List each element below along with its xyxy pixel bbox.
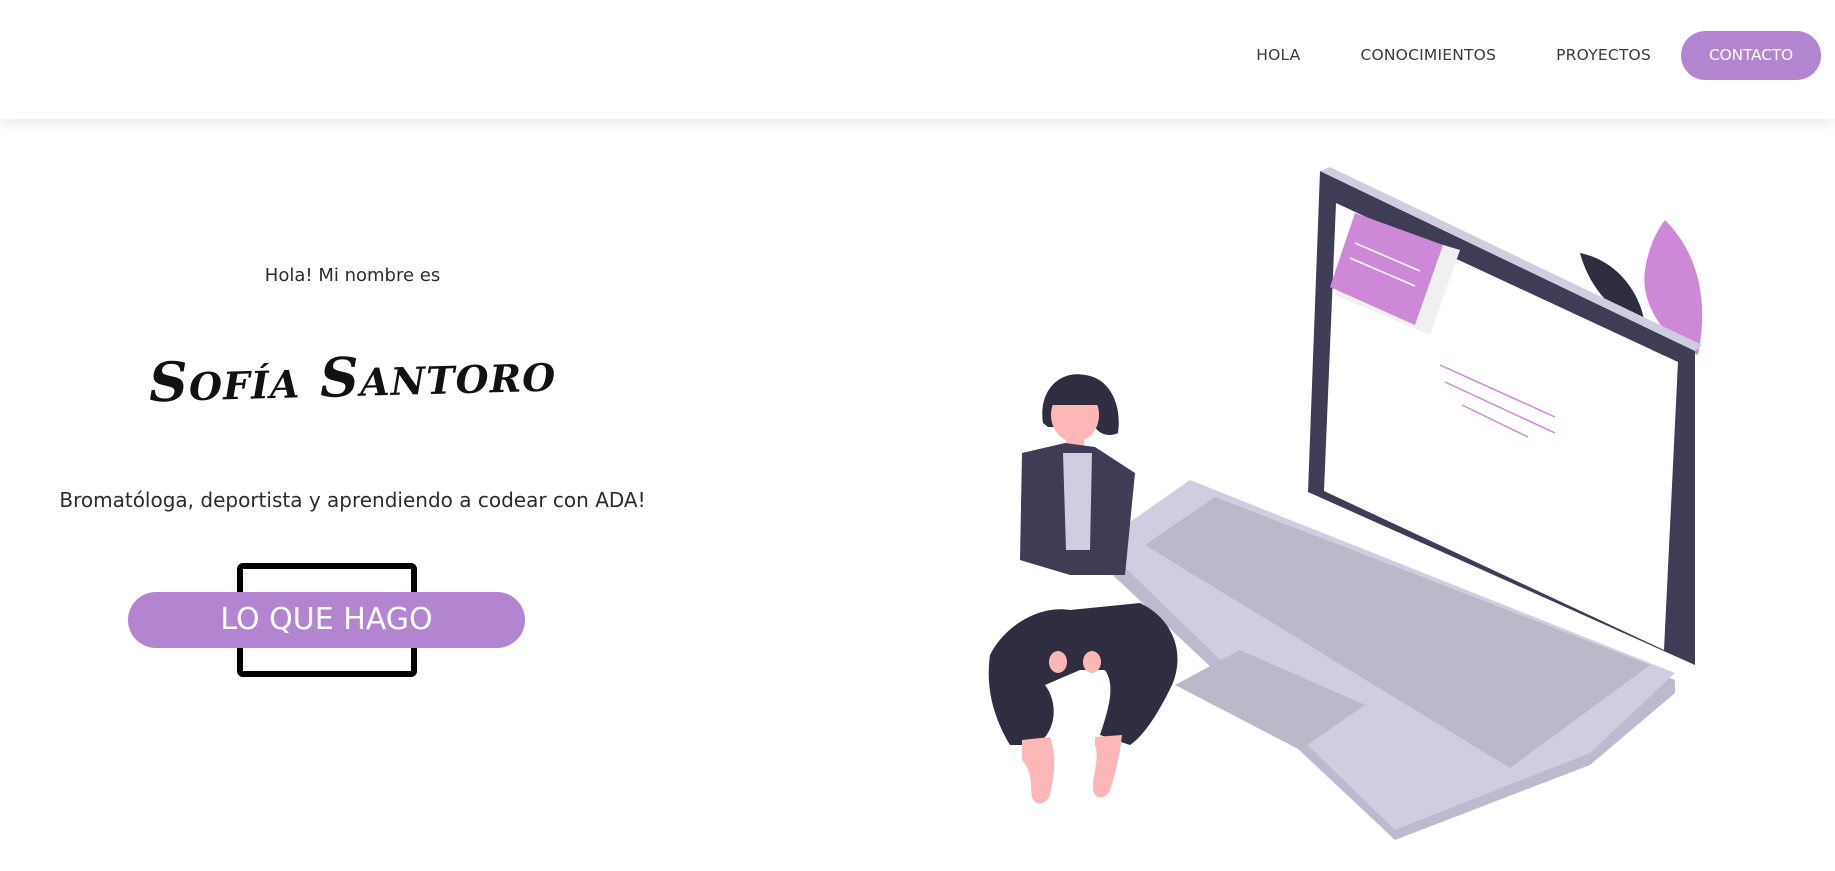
nav-link-conocimientos[interactable]: CONOCIMIENTOS xyxy=(1360,31,1496,80)
nav-link-hola[interactable]: HOLA xyxy=(1256,31,1300,80)
hero-tagline: Bromatóloga, deportista y aprendiendo a … xyxy=(59,488,646,512)
nav-menu: HOLA CONOCIMIENTOS PROYECTOS CONTACTO xyxy=(1256,31,1821,80)
hero-greeting: Hola! Mi nombre es xyxy=(264,265,441,286)
woman-laptop-illustration-icon xyxy=(988,167,1703,840)
hero-intro: Hola! Mi nombre es Sofía Santoro Bromató… xyxy=(0,119,705,871)
hero-name: Sofía Santoro xyxy=(148,339,557,415)
nav-link-proyectos[interactable]: PROYECTOS xyxy=(1556,31,1651,80)
hero-illustration xyxy=(950,165,1720,845)
nav-link-contacto[interactable]: CONTACTO xyxy=(1681,31,1821,80)
top-navbar: HOLA CONOCIMIENTOS PROYECTOS CONTACTO xyxy=(0,0,1835,119)
lo-que-hago-button[interactable]: LO QUE HAGO xyxy=(128,592,525,648)
